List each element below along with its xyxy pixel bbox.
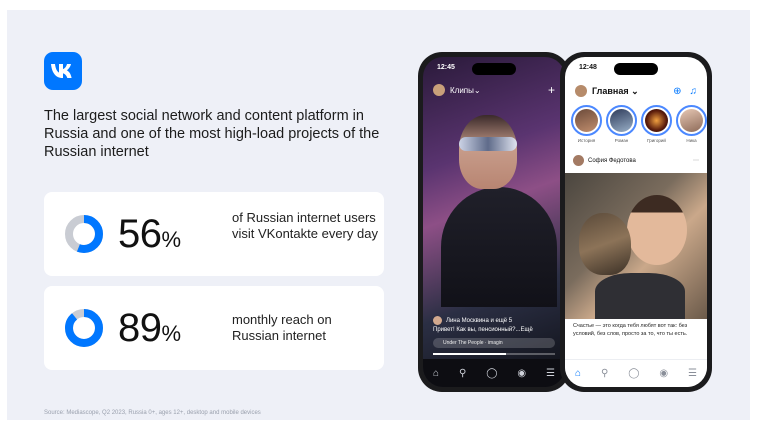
stat-description: of Russian internet users visit VKontakt… [232, 210, 378, 241]
clip-progress-fill [433, 353, 507, 355]
clip-glasses [459, 137, 517, 151]
clips-header: Клипы ⌄ + [433, 83, 555, 97]
main-screen: 12:48 Главная ⌄ ⊕ ♫ История Роман Григор… [565, 57, 707, 387]
chat-icon[interactable]: ◯ [628, 368, 639, 379]
phone-clips: 12:45 Клипы ⌄ + Лина Москвина и ещё 5 Пр… [418, 52, 570, 392]
clips-title[interactable]: Клипы [450, 86, 474, 95]
home-icon[interactable]: ⌂ [575, 368, 581, 379]
photo-woman [627, 195, 687, 265]
add-icon[interactable]: ⊕ [673, 86, 681, 97]
plus-icon[interactable]: + [548, 83, 555, 97]
chat-icon[interactable]: ◯ [486, 368, 497, 379]
clips-icon[interactable]: ◉ [659, 368, 668, 379]
story-ring [571, 105, 602, 136]
stat-value: 89% [118, 306, 182, 350]
avatar [433, 316, 442, 325]
home-icon[interactable]: ⌂ [433, 368, 439, 379]
post-author[interactable]: София Федотова [588, 158, 636, 164]
status-time: 12:48 [579, 64, 597, 71]
story-name: Григорий [647, 138, 666, 143]
photo-dog [579, 213, 631, 275]
avatar[interactable] [573, 155, 584, 166]
clip-caption[interactable]: Привет! Как вы, пенсионный?...Ещё [433, 327, 533, 333]
post-header: София Федотова ⋯ [573, 155, 699, 166]
main-tabbar: ⌂ ⚲ ◯ ◉ ☰ [565, 359, 707, 387]
clip-author-name: Лина Москвина и ещё 5 [446, 317, 513, 324]
avatar[interactable] [433, 84, 445, 96]
dynamic-island [472, 63, 516, 75]
story-avatar [680, 109, 703, 132]
story-ring [606, 105, 637, 136]
clips-screen: 12:45 Клипы ⌄ + Лина Москвина и ещё 5 Пр… [423, 57, 565, 387]
story-avatar [645, 109, 668, 132]
search-icon[interactable]: ⚲ [459, 368, 466, 379]
header-icons: ⊕ ♫ [673, 86, 697, 97]
story-name: История [577, 138, 596, 143]
vk-logo-icon [51, 64, 72, 78]
search-icon[interactable]: ⚲ [601, 368, 608, 379]
phone-main: 12:48 Главная ⌄ ⊕ ♫ История Роман Григор… [560, 52, 712, 392]
menu-icon[interactable]: ☰ [688, 368, 697, 379]
story-name: Роман [614, 138, 629, 143]
main-title[interactable]: Главная [592, 86, 629, 96]
story-item[interactable]: История [571, 105, 602, 143]
chevron-down-icon: ⌄ [473, 85, 481, 95]
clip-figure-head [459, 115, 517, 189]
dynamic-island [614, 63, 658, 75]
story-avatar [575, 109, 598, 132]
chevron-down-icon: ⌄ [628, 85, 639, 96]
stat-description: monthly reach on Russian internet [232, 312, 332, 343]
photo-shoulder [595, 273, 685, 319]
clip-figure-body [441, 187, 557, 307]
post-text: Счастье — это когда тебя любят вот так: … [573, 323, 688, 337]
clips-tabbar: ⌂ ⚲ ◯ ◉ ☰ [423, 359, 565, 387]
more-icon[interactable]: ⋯ [693, 157, 699, 164]
status-time: 12:45 [437, 64, 455, 71]
clips-icon[interactable]: ◉ [517, 368, 526, 379]
post-photo[interactable] [565, 173, 707, 319]
clip-audio-track[interactable]: Under The People · imagin [433, 338, 555, 348]
story-avatar [610, 109, 633, 132]
menu-icon[interactable]: ☰ [546, 368, 555, 379]
story-ring [676, 105, 707, 136]
main-header: Главная ⌄ ⊕ ♫ [575, 84, 697, 98]
avatar[interactable] [575, 85, 587, 97]
story-item[interactable]: Роман [606, 105, 637, 143]
story-item[interactable]: Ника [676, 105, 707, 143]
story-ring [641, 105, 672, 136]
donut-chart-monthly [65, 309, 103, 347]
donut-arc [65, 309, 103, 347]
clip-progress[interactable] [433, 353, 555, 355]
stat-card-monthly: 89% monthly reach on Russian internet [44, 286, 384, 370]
story-name: Ника [686, 138, 697, 143]
headline: The largest social network and content p… [44, 108, 380, 160]
stat-card-daily: 56% of Russian internet users visit VKon… [44, 192, 384, 276]
stories-row: История Роман Григорий Ника [571, 105, 707, 143]
source-note: Source: Mediascope, Q2 2023, Russia 0+, … [44, 410, 261, 416]
bell-icon[interactable]: ♫ [690, 86, 698, 97]
clip-author[interactable]: Лина Москвина и ещё 5 [433, 316, 512, 325]
story-item[interactable]: Григорий [641, 105, 672, 143]
vk-logo [44, 52, 82, 90]
donut-chart-daily [65, 215, 103, 253]
stat-value: 56% [118, 212, 182, 256]
